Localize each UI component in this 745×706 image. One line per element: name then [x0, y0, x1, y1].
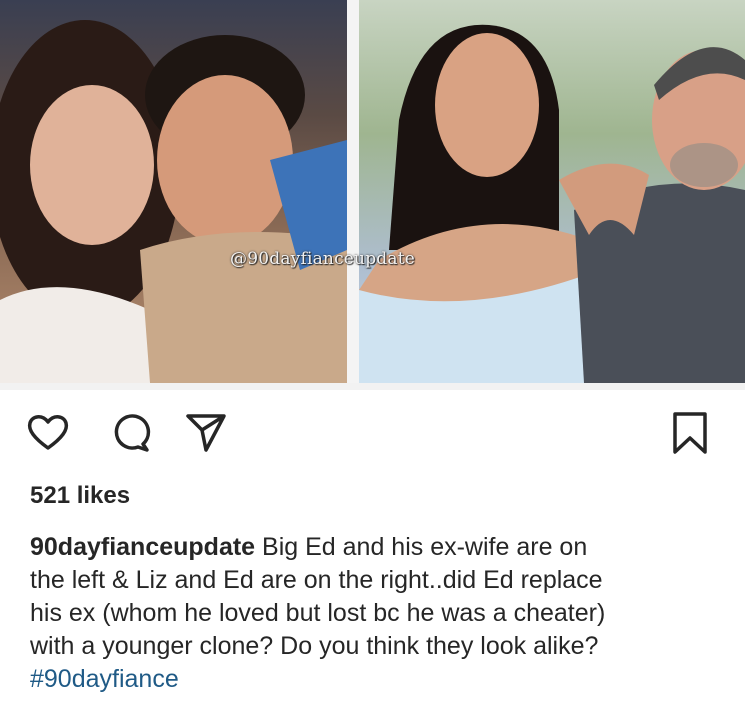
- image-divider: [347, 0, 359, 383]
- heart-icon[interactable]: [24, 408, 72, 456]
- photo-right-couple: [359, 0, 745, 383]
- caption-hashtag[interactable]: #90dayfiance: [30, 665, 179, 693]
- likes-count[interactable]: 521 likes: [30, 482, 130, 510]
- comment-icon[interactable]: [105, 408, 153, 456]
- caption-line-2: the left & Liz and Ed are on the right..…: [30, 566, 603, 594]
- post-image[interactable]: @90dayfianceupdate: [0, 0, 745, 390]
- image-watermark: @90dayfianceupdate: [230, 249, 415, 269]
- caption-username[interactable]: 90dayfianceupdate: [30, 533, 255, 561]
- share-icon[interactable]: [182, 408, 230, 456]
- caption-line-1: Big Ed and his ex-wife are on: [255, 533, 588, 561]
- post-actions-bar: [0, 408, 745, 460]
- post-caption: 90dayfianceupdate Big Ed and his ex-wife…: [30, 531, 730, 696]
- caption-line-4: with a younger clone? Do you think they …: [30, 632, 599, 660]
- photo-left-couple: [0, 0, 347, 383]
- bookmark-icon[interactable]: [666, 408, 714, 456]
- caption-line-3: his ex (whom he loved but lost bc he was…: [30, 599, 606, 627]
